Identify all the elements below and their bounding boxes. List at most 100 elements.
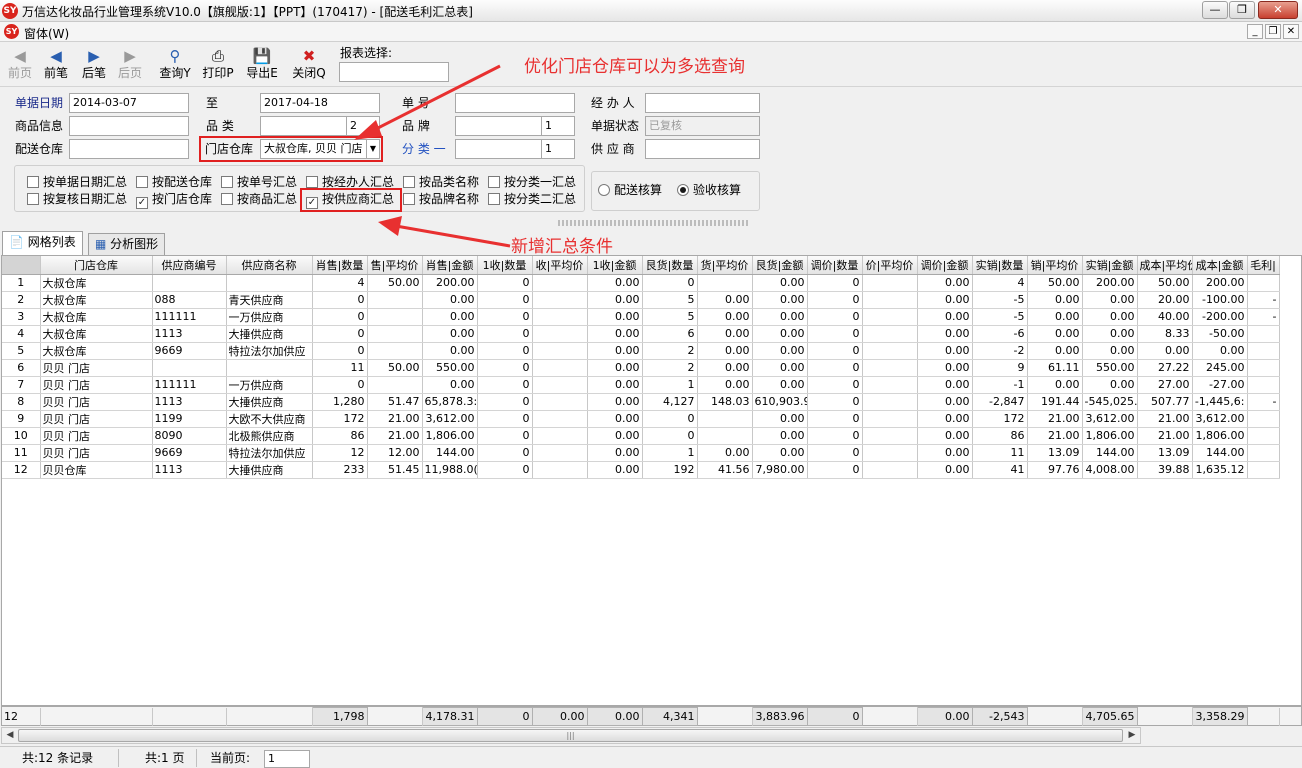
table-cell: 0 bbox=[312, 342, 368, 360]
opt-by-dist-warehouse[interactable]: 按配送仓库 bbox=[136, 174, 212, 190]
table-cell: 111111 bbox=[152, 376, 227, 394]
scroll-right-icon[interactable]: ▶ bbox=[1124, 728, 1140, 743]
splitter-handle[interactable] bbox=[558, 220, 748, 226]
last-page-button[interactable]: ▶ 后页 bbox=[110, 47, 150, 85]
first-page-button[interactable]: ◀ 前页 bbox=[0, 47, 40, 85]
close-button[interactable]: ✖ 关闭Q bbox=[289, 47, 329, 85]
opt-by-product[interactable]: 按商品汇总 bbox=[221, 191, 297, 207]
status-input[interactable]: 已复核 bbox=[645, 116, 760, 136]
scrollbar-thumb[interactable]: ||| bbox=[18, 729, 1123, 742]
radio-selected-icon bbox=[677, 184, 689, 196]
status-label: 单据状态 bbox=[591, 119, 640, 133]
table-cell: 97.76 bbox=[1027, 461, 1083, 479]
column-header[interactable]: 货|平均价 bbox=[697, 256, 753, 275]
table-row[interactable]: 9 贝贝 门店 1199 大欧不大供应商 172 21.00 3,612.00 0 0.00 0 0… bbox=[2, 410, 1280, 428]
class1-level-input[interactable]: 1 bbox=[541, 139, 575, 159]
radio-accept-calc[interactable]: 验收核算 bbox=[677, 182, 741, 198]
column-header[interactable]: 供应商编号 bbox=[152, 256, 227, 275]
table-row[interactable]: 7 贝贝 门店 111111 一万供应商 0 0.00 0 0.00 1 0.00 0.00 0 0.0… bbox=[2, 376, 1280, 394]
table-cell: 1 bbox=[642, 376, 698, 394]
column-header[interactable]: 毛利| bbox=[1247, 256, 1280, 275]
table-cell: 0 bbox=[807, 444, 863, 462]
brand-level-input[interactable]: 1 bbox=[541, 116, 575, 136]
table-cell: 0 bbox=[807, 410, 863, 428]
table-row[interactable]: 2 大叔仓库 088 青天供应商 0 0.00 0 0.00 5 0.00 0.00 0 0.00 -5 0… bbox=[2, 291, 1280, 309]
opt-by-brand[interactable]: 按品牌名称 bbox=[403, 191, 479, 207]
table-cell bbox=[862, 308, 918, 326]
close-window-button[interactable]: ✕ bbox=[1258, 1, 1298, 19]
table-row[interactable]: 6 贝贝 门店 11 50.00 550.00 0 0.00 2 0.00 0.00 0 0.00 9 6… bbox=[2, 359, 1280, 377]
table-cell bbox=[697, 274, 753, 292]
table-row[interactable]: 11 贝贝 门店 9669 特拉法尔加供应 12 12.00 144.00 0 0.00 1 0.0… bbox=[2, 444, 1280, 462]
column-header[interactable]: 调价|数量 bbox=[807, 256, 863, 275]
column-header[interactable]: 实销|金额 bbox=[1082, 256, 1138, 275]
column-header[interactable]: 收|平均价 bbox=[532, 256, 588, 275]
query-button[interactable]: ⚲ 查询Y bbox=[155, 47, 195, 85]
table-cell: 1 bbox=[642, 444, 698, 462]
column-header[interactable]: 实销|数量 bbox=[972, 256, 1028, 275]
column-header[interactable]: 价|平均价 bbox=[862, 256, 918, 275]
opt-by-doc-no[interactable]: 按单号汇总 bbox=[221, 174, 297, 190]
mdi-close-button[interactable]: ✕ bbox=[1283, 24, 1299, 39]
column-header[interactable]: 艮货|金额 bbox=[752, 256, 808, 275]
table-row[interactable]: 5 大叔仓库 9669 特拉法尔加供应 0 0.00 0 0.00 2 0.00 0.00 0 0.00… bbox=[2, 342, 1280, 360]
table-cell: - bbox=[1247, 291, 1280, 309]
table-cell: 0.00 bbox=[1027, 291, 1083, 309]
table-row[interactable]: 8 贝贝 门店 1113 大捶供应商 1,280 51.47 65,878.3: 0 0.00 4… bbox=[2, 393, 1280, 411]
opt-by-store-warehouse[interactable]: ✓ 按门店仓库 bbox=[136, 191, 212, 209]
column-header[interactable]: 供应商名称 bbox=[226, 256, 313, 275]
row-header-corner[interactable] bbox=[2, 256, 41, 275]
opt-by-review-date[interactable]: 按复核日期汇总 bbox=[27, 191, 127, 207]
column-header[interactable]: 售|平均价 bbox=[367, 256, 423, 275]
opt-by-category[interactable]: 按品类名称 bbox=[403, 174, 479, 190]
menu-window[interactable]: 窗体(W) bbox=[24, 25, 69, 42]
column-header[interactable]: 肖售|数量 bbox=[312, 256, 368, 275]
opt-by-handler[interactable]: 按经办人汇总 bbox=[306, 174, 394, 190]
current-page-input[interactable]: 1 bbox=[264, 750, 310, 768]
tab-analysis-chart[interactable]: ▦ 分析图形 bbox=[88, 233, 166, 255]
table-row[interactable]: 4 大叔仓库 1113 大捶供应商 0 0.00 0 0.00 6 0.00 0.00 0 0.00 -6… bbox=[2, 325, 1280, 343]
opt-by-supplier[interactable]: ✓ 按供应商汇总 bbox=[306, 191, 394, 209]
minimize-button[interactable]: — bbox=[1202, 1, 1228, 19]
column-header[interactable]: 艮货|数量 bbox=[642, 256, 698, 275]
column-header[interactable]: 1收|金额 bbox=[587, 256, 643, 275]
table-cell: 40.00 bbox=[1137, 308, 1193, 326]
next-record-button[interactable]: ▶ 后笔 bbox=[74, 47, 114, 85]
column-header[interactable]: 销|平均价 bbox=[1027, 256, 1083, 275]
category-input[interactable] bbox=[260, 116, 347, 136]
dist-warehouse-input[interactable] bbox=[69, 139, 189, 159]
column-header[interactable]: 门店仓库 bbox=[40, 256, 153, 275]
table-row[interactable]: 3 大叔仓库 111111 一万供应商 0 0.00 0 0.00 5 0.00 0.00 0 0.00… bbox=[2, 308, 1280, 326]
table-row[interactable]: 10 贝贝 门店 8090 北极熊供应商 86 21.00 1,806.00 0 0.00 0 0.… bbox=[2, 427, 1280, 445]
export-button[interactable]: 💾 导出E bbox=[242, 47, 282, 85]
horizontal-scrollbar[interactable]: ◀ ||| ▶ bbox=[1, 727, 1141, 744]
print-button[interactable]: ⎙ 打印P bbox=[198, 47, 238, 85]
footer-cell: -2,543 bbox=[971, 707, 1028, 726]
column-header[interactable]: 调价|金额 bbox=[917, 256, 973, 275]
scroll-left-icon[interactable]: ◀ bbox=[2, 728, 18, 743]
restore-button[interactable]: ❐ bbox=[1229, 1, 1255, 19]
date-from-input[interactable]: 2014-03-07 bbox=[69, 93, 189, 113]
handler-input[interactable] bbox=[645, 93, 760, 113]
mdi-restore-button[interactable]: ❐ bbox=[1265, 24, 1281, 39]
table-cell: 1113 bbox=[152, 461, 227, 479]
radio-dist-calc[interactable]: 配送核算 bbox=[598, 182, 662, 198]
opt-by-class1[interactable]: 按分类一汇总 bbox=[488, 174, 576, 190]
table-cell bbox=[862, 393, 918, 411]
table-cell: 0.00 bbox=[1137, 342, 1193, 360]
table-row[interactable]: 1 大叔仓库 4 50.00 200.00 0 0.00 0 0.00 0 0.00 4 50.00 20… bbox=[2, 274, 1280, 292]
table-cell: 0.00 bbox=[917, 325, 973, 343]
opt-by-class2[interactable]: 按分类二汇总 bbox=[488, 191, 576, 207]
table-row[interactable]: 12 贝贝仓库 1113 大捶供应商 233 51.45 11,988.0(0 0.00 192… bbox=[2, 461, 1280, 479]
tab-grid-list[interactable]: 📄 网格列表 bbox=[2, 231, 83, 255]
product-input[interactable] bbox=[69, 116, 189, 136]
footer-cell: 0.00 bbox=[586, 707, 643, 726]
opt-by-doc-date[interactable]: 按单据日期汇总 bbox=[27, 174, 127, 190]
mdi-minimize-button[interactable]: _ bbox=[1247, 24, 1263, 39]
supplier-input[interactable] bbox=[645, 139, 760, 159]
column-header[interactable]: 肖售|金额 bbox=[422, 256, 478, 275]
prev-record-button[interactable]: ◀ 前笔 bbox=[36, 47, 76, 85]
column-header[interactable]: 成本|平均价 bbox=[1137, 256, 1193, 275]
column-header[interactable]: 1收|数量 bbox=[477, 256, 533, 275]
column-header[interactable]: 成本|金额 bbox=[1192, 256, 1248, 275]
